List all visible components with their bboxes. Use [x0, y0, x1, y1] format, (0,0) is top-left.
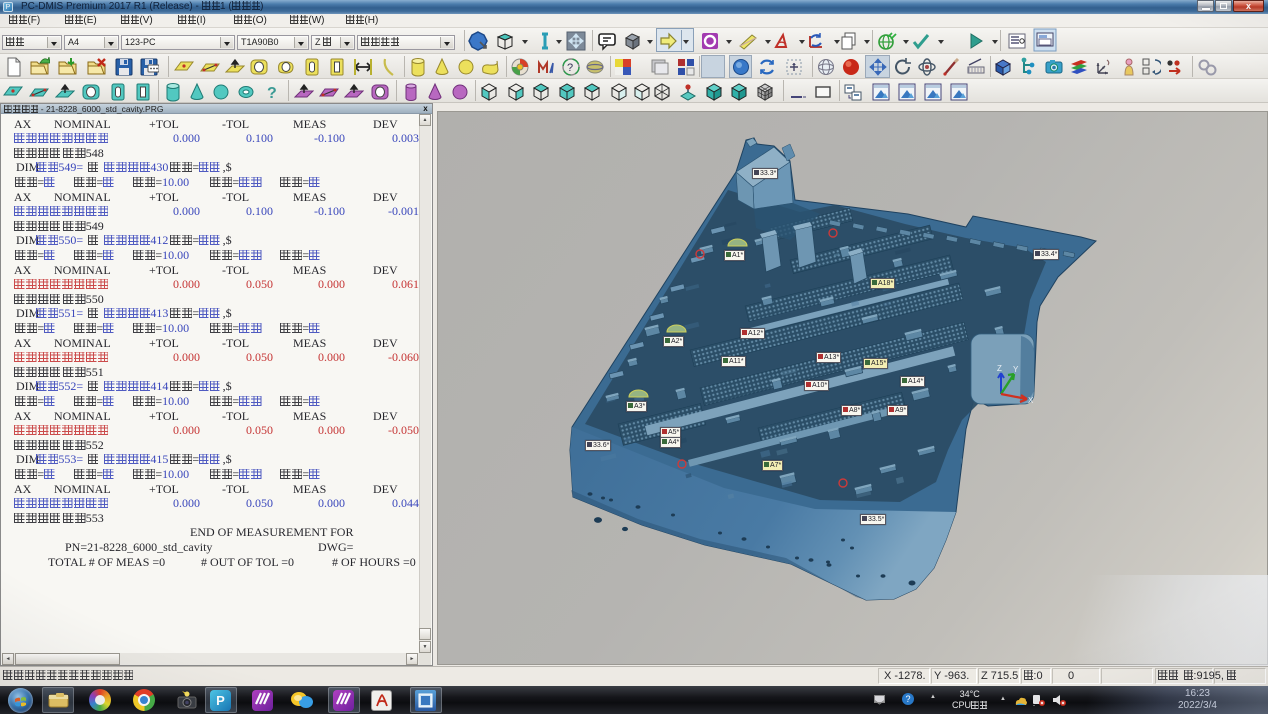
svg-text:X: X	[1028, 396, 1034, 405]
svg-text:Z: Z	[997, 364, 1002, 373]
svg-text:?: ?	[567, 62, 573, 74]
svg-text:?: ?	[267, 85, 277, 102]
svg-text:Y: Y	[1013, 365, 1019, 374]
